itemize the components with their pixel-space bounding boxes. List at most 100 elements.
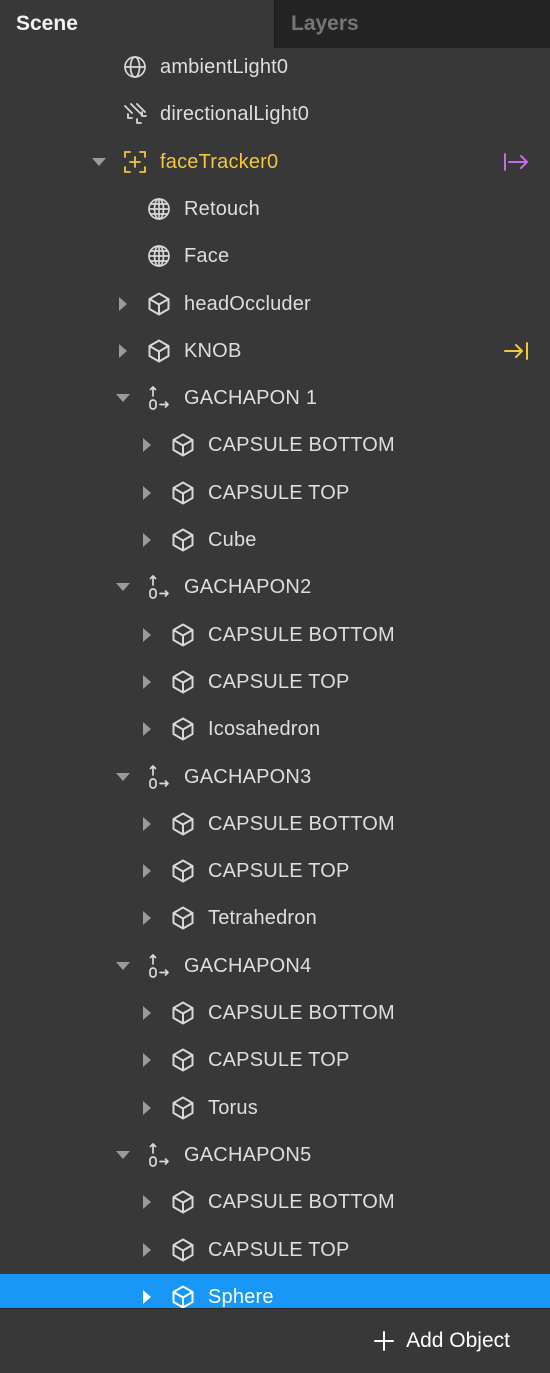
- mesh-icon: [146, 196, 172, 222]
- caret-right-icon[interactable]: [136, 1002, 158, 1024]
- directional-light-icon: [122, 101, 148, 127]
- cube-icon: [170, 432, 196, 458]
- tree-row[interactable]: headOccluder: [0, 281, 550, 328]
- tree-row[interactable]: faceTracker0: [0, 139, 550, 186]
- tree-row-label: CAPSULE TOP: [208, 481, 350, 504]
- cube-icon: [170, 1284, 196, 1308]
- tree-row[interactable]: directionalLight0: [0, 91, 550, 138]
- tree-row[interactable]: CAPSULE TOP: [0, 848, 550, 895]
- cube-icon: [170, 1189, 196, 1215]
- tree-row[interactable]: Retouch: [0, 186, 550, 233]
- tree-row-label: Sphere: [208, 1285, 274, 1308]
- tree-row[interactable]: KNOB: [0, 328, 550, 375]
- caret-right-icon[interactable]: [136, 1286, 158, 1308]
- tree-row-label: CAPSULE TOP: [208, 1049, 350, 1072]
- tab-layers[interactable]: Layers: [274, 0, 550, 48]
- cube-icon: [170, 811, 196, 837]
- tree-row-label: Torus: [208, 1096, 258, 1119]
- null-object-icon: [146, 1142, 172, 1168]
- tree-row-label: CAPSULE BOTTOM: [208, 1191, 395, 1214]
- null-object-icon: [146, 953, 172, 979]
- caret-right-icon[interactable]: [136, 1097, 158, 1119]
- caret-right-icon[interactable]: [112, 293, 134, 315]
- caret-right-icon[interactable]: [136, 671, 158, 693]
- tree-row[interactable]: CAPSULE TOP: [0, 659, 550, 706]
- tree-row[interactable]: CAPSULE BOTTOM: [0, 422, 550, 469]
- tree-row[interactable]: Torus: [0, 1085, 550, 1132]
- tree-row-label: Retouch: [184, 197, 260, 220]
- caret-right-icon[interactable]: [136, 624, 158, 646]
- tree-row[interactable]: GACHAPON2: [0, 564, 550, 611]
- mesh-icon: [146, 243, 172, 269]
- tree-row[interactable]: CAPSULE BOTTOM: [0, 612, 550, 659]
- caret-right-icon[interactable]: [136, 1191, 158, 1213]
- scene-tree: ambientLight0 directionalLight0 faceTracke…: [0, 48, 550, 1308]
- cube-icon: [170, 480, 196, 506]
- cube-icon: [170, 858, 196, 884]
- tree-row-label: GACHAPON2: [184, 576, 312, 599]
- caret-down-icon[interactable]: [112, 387, 134, 409]
- tree-row-label: headOccluder: [184, 292, 311, 315]
- tree-row[interactable]: Face: [0, 233, 550, 280]
- tree-row[interactable]: Cube: [0, 517, 550, 564]
- cube-icon: [170, 1237, 196, 1263]
- cube-icon: [170, 669, 196, 695]
- tree-row[interactable]: CAPSULE TOP: [0, 1037, 550, 1084]
- tab-scene[interactable]: Scene: [0, 0, 274, 48]
- null-object-icon: [146, 385, 172, 411]
- tree-row-label: KNOB: [184, 339, 242, 362]
- tree-row[interactable]: Tetrahedron: [0, 895, 550, 942]
- caret-right-icon[interactable]: [136, 860, 158, 882]
- cube-icon: [146, 338, 172, 364]
- caret-right-icon[interactable]: [136, 718, 158, 740]
- tree-row[interactable]: GACHAPON5: [0, 1132, 550, 1179]
- cube-icon: [170, 1000, 196, 1026]
- tree-row-label: GACHAPON 1: [184, 387, 318, 410]
- tree-row[interactable]: Sphere: [0, 1273, 550, 1308]
- tree-row[interactable]: GACHAPON4: [0, 943, 550, 990]
- caret-down-icon[interactable]: [112, 576, 134, 598]
- caret-right-icon[interactable]: [136, 482, 158, 504]
- tree-row[interactable]: Icosahedron: [0, 706, 550, 753]
- tree-row-label: CAPSULE TOP: [208, 860, 350, 883]
- caret-right-icon[interactable]: [136, 434, 158, 456]
- caret-down-icon[interactable]: [112, 955, 134, 977]
- tree-row-label: CAPSULE TOP: [208, 1238, 350, 1261]
- patch-in-icon[interactable]: [502, 339, 530, 363]
- tree-row[interactable]: CAPSULE BOTTOM: [0, 1179, 550, 1226]
- tree-row-label: Tetrahedron: [208, 907, 317, 930]
- panel-tab-bar: Scene Layers: [0, 0, 550, 48]
- null-object-icon: [146, 574, 172, 600]
- tree-row-label: CAPSULE BOTTOM: [208, 812, 395, 835]
- tree-row-label: ambientLight0: [160, 56, 289, 78]
- cube-icon: [170, 1095, 196, 1121]
- tree-row[interactable]: CAPSULE TOP: [0, 470, 550, 517]
- caret-right-icon[interactable]: [136, 529, 158, 551]
- tree-row-label: GACHAPON3: [184, 765, 312, 788]
- tree-row[interactable]: GACHAPON3: [0, 754, 550, 801]
- panel-footer: Add Object: [0, 1308, 550, 1373]
- caret-right-icon[interactable]: [136, 1049, 158, 1071]
- patch-out-icon[interactable]: [502, 150, 530, 174]
- caret-right-icon[interactable]: [136, 813, 158, 835]
- tree-row-label: CAPSULE BOTTOM: [208, 1002, 395, 1024]
- caret-right-icon[interactable]: [136, 907, 158, 929]
- add-object-button[interactable]: Add Object: [374, 1323, 510, 1359]
- tree-row-label: GACHAPON5: [184, 1143, 312, 1166]
- tree-row[interactable]: GACHAPON 1: [0, 375, 550, 422]
- face-tracker-icon: [122, 149, 148, 175]
- caret-down-icon[interactable]: [112, 766, 134, 788]
- tree-row[interactable]: CAPSULE TOP: [0, 1227, 550, 1274]
- caret-right-icon[interactable]: [136, 1239, 158, 1261]
- tree-row-label: Icosahedron: [208, 718, 321, 741]
- tree-row[interactable]: ambientLight0: [0, 48, 550, 91]
- tree-row[interactable]: CAPSULE BOTTOM: [0, 990, 550, 1037]
- caret-down-icon[interactable]: [88, 151, 110, 173]
- tree-row-label: CAPSULE TOP: [208, 670, 350, 693]
- caret-down-icon[interactable]: [112, 1144, 134, 1166]
- tree-row-label: directionalLight0: [160, 103, 310, 126]
- tree-row[interactable]: CAPSULE BOTTOM: [0, 801, 550, 848]
- cube-icon: [170, 905, 196, 931]
- caret-right-icon[interactable]: [112, 340, 134, 362]
- tree-row-label: Cube: [208, 529, 257, 551]
